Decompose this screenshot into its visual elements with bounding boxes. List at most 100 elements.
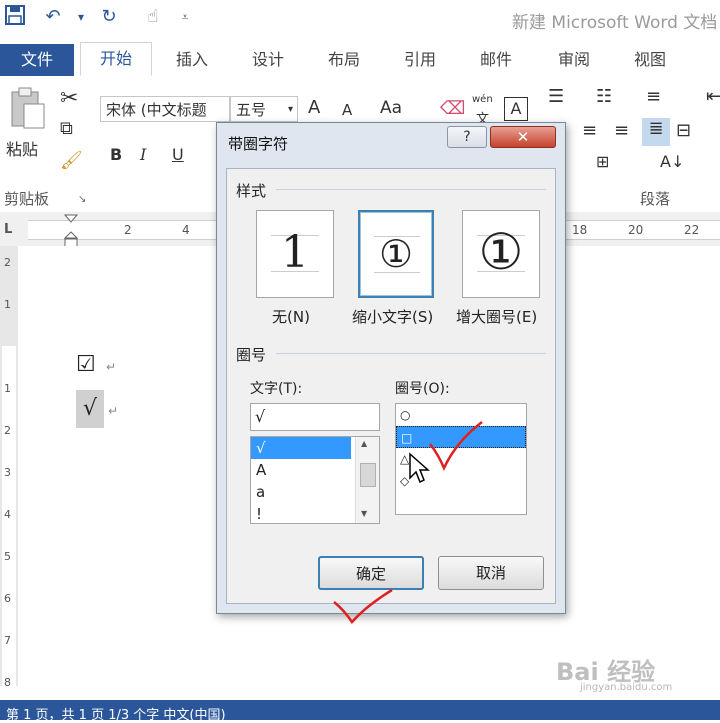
dialog-title: 带圈字符 [228,135,289,153]
copy-icon[interactable]: ⧉ [60,118,73,139]
style-section-label: 样式 [236,182,267,200]
clipboard-group-label: 剪贴板 [4,190,50,208]
section-divider [276,189,546,190]
style-option-shrink[interactable]: ① [358,210,434,298]
style-label-enlarge[interactable]: 增大圈号(E) [456,306,537,327]
annotation-check-icon [330,588,396,630]
tab-mailings[interactable]: 邮件 [480,44,512,76]
undo-dropdown-icon[interactable]: ▾ [68,4,94,30]
text-input[interactable]: √ [250,403,380,431]
style-preview: 1 [281,227,309,278]
tab-layout[interactable]: 布局 [328,44,360,76]
font-size-combo[interactable]: 五号 ▾ [230,96,298,122]
tab-review[interactable]: 审阅 [558,44,590,76]
paragraph-mark: ↵ [106,360,117,374]
watermark-url: jingyan.baidu.com [580,682,673,693]
ruler-number: 3 [4,466,11,479]
bullets-icon[interactable]: ☰ [548,86,564,107]
ruler-number: 8 [4,676,11,689]
font-size-value: 五号 [236,101,267,119]
bold-button[interactable]: B [110,145,122,164]
enclosure-section-label: 圈号 [236,346,267,364]
ruler-number: 22 [684,223,700,237]
paste-button[interactable]: 粘贴 [6,136,38,160]
ruler-number: 4 [182,223,190,237]
tab-design[interactable]: 设计 [252,44,284,76]
tab-file[interactable]: 文件 [0,44,74,76]
touch-mode-icon[interactable]: ☝ [140,4,166,30]
enclosure-field-label: 圈号(O): [395,381,450,397]
align-center-icon[interactable]: ≡ [582,120,597,141]
tab-selector[interactable]: L [4,222,20,238]
change-case-button[interactable]: Aa [380,98,402,118]
window-title: 新建 Microsoft Word 文档 [512,13,718,33]
ok-button[interactable]: 确定 [318,556,424,590]
sort-icon[interactable]: A↓ [660,152,684,171]
cancel-button[interactable]: 取消 [438,556,544,590]
ruler-number: 2 [124,223,132,237]
style-preview: ① [478,223,524,281]
scroll-up-icon[interactable]: ▲ [361,439,367,448]
underline-button[interactable]: U [172,145,184,164]
align-right-icon[interactable]: ≡ [614,120,629,141]
phonetic-guide-top[interactable]: wén [472,94,493,105]
style-option-enlarge[interactable]: ① [462,210,540,298]
clear-format-icon[interactable]: ⌫ [440,98,465,119]
close-button[interactable]: ✕ [490,126,556,148]
help-button[interactable]: ? [447,126,487,148]
list-item[interactable]: a [251,481,351,503]
ruler-number: 6 [4,592,11,605]
ruler-number: 5 [4,550,11,563]
italic-button[interactable]: I [140,145,146,164]
format-painter-icon[interactable]: 🖌 [60,150,83,171]
paste-icon[interactable] [8,86,48,130]
borders-icon[interactable]: ⊞ [596,152,609,171]
character-border-button[interactable]: A [504,97,528,121]
ruler-number: 1 [4,298,11,311]
tab-home[interactable]: 开始 [80,42,152,76]
undo-icon[interactable]: ↶ [40,4,66,30]
doc-checkbox-char: ☑ [76,352,96,377]
scroll-thumb[interactable] [360,463,376,487]
customize-toolbar-icon[interactable]: ⩡ [172,4,198,30]
text-list-scrollbar[interactable]: ▲ ▼ [355,437,379,523]
doc-selected-check[interactable]: √ [76,390,104,428]
ruler-number: 20 [628,223,644,237]
decrease-indent-icon[interactable]: ⇤ [706,86,720,107]
style-preview: ① [378,232,414,276]
tab-references[interactable]: 引用 [404,44,436,76]
justify-icon[interactable]: ≣ [642,118,670,146]
list-item[interactable]: ! [251,503,351,523]
list-item[interactable]: A [251,459,351,481]
cut-icon[interactable]: ✂ [60,86,78,111]
grow-font-button[interactable]: A [308,97,320,118]
ruler-number: 18 [572,223,588,237]
status-bar: 第 1 页，共 1 页 1/3 个字 中文(中国) [0,700,720,723]
numbering-icon[interactable]: ☷ [596,86,612,107]
indent-marker-icon[interactable] [63,214,79,250]
font-name-combo[interactable]: 宋体 (中文标题 [100,96,230,122]
text-field-label: 文字(T): [250,381,303,397]
ruler-number: 1 [4,382,11,395]
ruler-number: 4 [4,508,11,521]
shrink-font-button[interactable]: A [342,101,352,119]
dialog-launcher-icon[interactable]: ↘ [78,194,86,205]
chevron-down-icon: ▾ [287,104,293,115]
ruler-number: 2 [4,424,11,437]
list-item[interactable]: √ [251,437,351,459]
style-option-none[interactable]: 1 [256,210,334,298]
section-divider [276,353,546,354]
scroll-down-icon[interactable]: ▼ [361,509,367,518]
annotation-check-icon [426,418,486,478]
style-label-shrink[interactable]: 缩小文字(S) [352,306,433,327]
status-text: 第 1 页，共 1 页 1/3 个字 中文(中国) [6,708,226,723]
redo-icon[interactable]: ↻ [96,4,122,30]
ruler-number: 7 [4,634,11,647]
tab-view[interactable]: 视图 [634,44,666,76]
tab-insert[interactable]: 插入 [176,44,208,76]
paragraph-group-label: 段落 [640,190,671,208]
save-icon[interactable] [2,4,28,30]
multilevel-list-icon[interactable]: ≡ [646,86,661,107]
style-label-none[interactable]: 无(N) [272,306,310,327]
distributed-icon[interactable]: ⊟ [676,120,691,141]
